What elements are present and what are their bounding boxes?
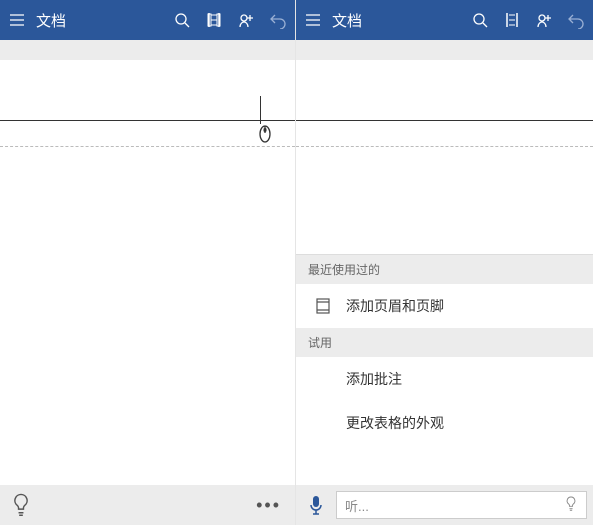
suggestion-item-change-table-look[interactable]: 更改表格的外观 xyxy=(296,401,593,445)
document-canvas[interactable] xyxy=(0,60,295,485)
suggestion-item-add-comment[interactable]: 添加批注 xyxy=(296,357,593,401)
more-icon[interactable]: ••• xyxy=(256,495,285,516)
read-mode-icon[interactable] xyxy=(503,11,521,29)
ribbon-strip xyxy=(296,40,593,60)
pane-right: 文档 最近使用过的 xyxy=(296,0,593,525)
lightbulb-icon xyxy=(564,495,578,516)
suggestion-item-header-footer[interactable]: 添加页眉和页脚 xyxy=(296,284,593,328)
ribbon-strip xyxy=(0,40,295,60)
page-icon xyxy=(314,297,332,315)
section-header-recent: 最近使用过的 xyxy=(296,255,593,284)
undo-icon xyxy=(567,11,585,29)
doc-title: 文档 xyxy=(36,10,66,31)
menu-icon[interactable] xyxy=(8,11,26,29)
document-canvas[interactable]: 最近使用过的 添加页眉和页脚 试用 添加批注 更改表格的外观 xyxy=(296,60,593,485)
tell-me-placeholder: 听... xyxy=(345,496,564,515)
share-icon[interactable] xyxy=(237,11,255,29)
read-mode-icon[interactable] xyxy=(205,11,223,29)
microphone-icon[interactable] xyxy=(302,491,330,519)
page-margin-line xyxy=(296,146,593,147)
bottom-bar: 听... xyxy=(296,485,593,525)
suggestion-label: 更改表格的外观 xyxy=(346,413,444,433)
share-icon[interactable] xyxy=(535,11,553,29)
tell-me-input[interactable]: 听... xyxy=(336,491,587,519)
page-edge-line xyxy=(0,120,295,121)
suggestion-label: 添加页眉和页脚 xyxy=(346,296,444,316)
lightbulb-icon[interactable] xyxy=(10,494,32,516)
pane-left: 文档 xyxy=(0,0,296,525)
titlebar: 文档 xyxy=(296,0,593,40)
section-header-try: 试用 xyxy=(296,328,593,357)
tell-me-panel: 最近使用过的 添加页眉和页脚 试用 添加批注 更改表格的外观 xyxy=(296,254,593,445)
suggestion-label: 添加批注 xyxy=(346,369,402,389)
bottom-bar: ••• xyxy=(0,485,295,525)
search-icon[interactable] xyxy=(173,11,191,29)
doc-title: 文档 xyxy=(332,10,362,31)
menu-icon[interactable] xyxy=(304,11,322,29)
page-edge-line xyxy=(296,120,593,121)
page-margin-line xyxy=(0,146,295,147)
search-icon[interactable] xyxy=(471,11,489,29)
undo-icon xyxy=(269,11,287,29)
titlebar: 文档 xyxy=(0,0,295,40)
